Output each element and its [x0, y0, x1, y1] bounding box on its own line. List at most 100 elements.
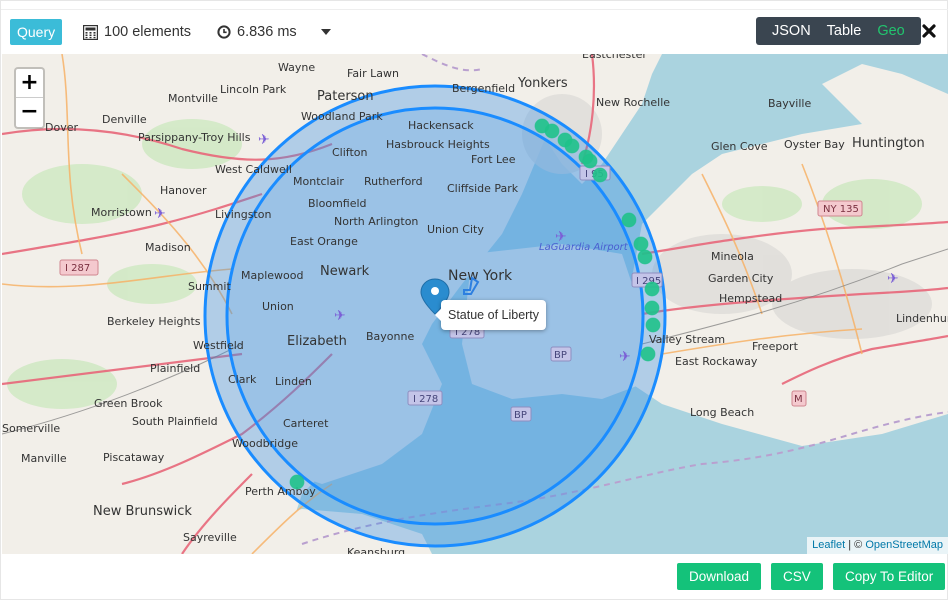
place-label: Mineola: [711, 250, 754, 263]
place-label: Madison: [145, 241, 191, 254]
place-label: Garden City: [708, 272, 774, 285]
result-point[interactable]: [592, 167, 608, 183]
place-label: New Rochelle: [596, 96, 670, 109]
place-label: Carteret: [283, 417, 329, 430]
geo-result-panel: Query 100 elements 6.836 ms JSON Table G…: [0, 0, 948, 600]
result-point[interactable]: [637, 249, 653, 265]
result-point[interactable]: [582, 153, 598, 169]
place-label: Elizabeth: [287, 334, 347, 349]
place-label: Montclair: [293, 175, 344, 188]
road-shield: BP: [510, 406, 532, 422]
query-button[interactable]: Query: [10, 19, 63, 45]
view-json-tab[interactable]: JSON: [764, 17, 819, 45]
place-label: Woodland Park: [301, 110, 383, 123]
place-label: Perth Amboy: [245, 485, 316, 498]
caret-down-icon[interactable]: [321, 29, 331, 35]
result-point[interactable]: [621, 212, 637, 228]
csv-button[interactable]: CSV: [771, 563, 823, 590]
place-label: Morristown: [91, 206, 152, 219]
svg-text:M: M: [794, 394, 803, 405]
element-count: 100 elements: [83, 19, 191, 45]
place-label: South Plainfield: [132, 415, 218, 428]
place-label: Sayreville: [183, 531, 237, 544]
result-footer: Download CSV Copy To Editor: [1, 554, 948, 600]
land-north-shore-lobe: [822, 64, 948, 124]
svg-text:I 287: I 287: [65, 263, 90, 274]
place-label: Summit: [188, 280, 231, 293]
place-label: North Arlington: [334, 215, 418, 228]
place-label: Union City: [427, 223, 484, 236]
place-label: Clark: [228, 373, 257, 386]
place-label: Hempstead: [719, 292, 782, 305]
zoom-control: + −: [14, 67, 45, 129]
query-time-text: 6.836 ms: [237, 24, 297, 40]
place-label: Rutherford: [364, 175, 423, 188]
place-label: Plainfield: [150, 362, 200, 375]
airport-icon: ✈: [619, 348, 631, 364]
svg-text:I 278: I 278: [413, 394, 438, 405]
leaflet-link[interactable]: Leaflet: [812, 539, 845, 551]
place-label: Parsippany-Troy Hills: [138, 131, 251, 144]
clock-icon: [217, 25, 231, 39]
copy-to-editor-button[interactable]: Copy To Editor: [833, 563, 946, 590]
place-label: Berkeley Heights: [107, 315, 201, 328]
airport-icon: ✈: [887, 270, 899, 286]
place-label: Cliffside Park: [447, 182, 519, 195]
view-table-tab[interactable]: Table: [819, 17, 870, 45]
road-shield: I 287: [59, 259, 99, 276]
airport-icon: ✈: [555, 228, 567, 244]
result-point[interactable]: [644, 281, 660, 297]
place-label: Fort Lee: [471, 153, 516, 166]
place-label: New York: [448, 268, 513, 284]
place-label: Hasbrouck Heights: [386, 138, 490, 151]
place-label: LaGuardia Airport: [539, 242, 629, 253]
svg-text:BP: BP: [514, 410, 527, 421]
place-label: Green Brook: [94, 397, 163, 410]
close-icon[interactable]: [920, 22, 938, 40]
view-geo-tab[interactable]: Geo: [869, 17, 912, 45]
place-label: East Orange: [290, 235, 358, 248]
place-label: Manville: [21, 452, 67, 465]
place-label: West Caldwell: [215, 163, 292, 176]
place-label: Somerville: [2, 422, 60, 435]
download-button[interactable]: Download: [677, 563, 762, 590]
result-point[interactable]: [564, 138, 580, 154]
zoom-in-button[interactable]: +: [16, 69, 43, 98]
place-label: Bergenfield: [452, 82, 515, 95]
place-label: New Brunswick: [93, 504, 192, 519]
map-attribution: Leaflet | © OpenStreetMap: [807, 537, 948, 554]
result-point[interactable]: [633, 236, 649, 252]
place-label: Denville: [102, 113, 147, 126]
place-label: Union: [262, 300, 294, 313]
view-switch: JSON Table Geo: [756, 17, 921, 45]
result-point[interactable]: [644, 300, 660, 316]
result-point[interactable]: [544, 123, 560, 139]
road-shield: M: [791, 390, 807, 407]
road-shield: NY 135: [817, 200, 863, 217]
airport-icon: ✈: [154, 205, 166, 221]
zoom-out-button[interactable]: −: [16, 98, 43, 127]
query-time: 6.836 ms: [217, 19, 297, 45]
result-toolbar: Query 100 elements 6.836 ms JSON Table G…: [1, 9, 948, 53]
place-label: Long Beach: [690, 406, 754, 419]
svg-text:BP: BP: [554, 350, 567, 361]
attribution-separator: | ©: [845, 539, 866, 551]
place-label: Eastchester: [582, 54, 647, 61]
place-label: Huntington: [852, 136, 925, 151]
place-label: Newark: [320, 264, 370, 279]
place-label: East Rockaway: [675, 355, 758, 368]
place-label: Keansburg: [347, 546, 405, 554]
place-label: Glen Cove: [711, 140, 768, 153]
calculator-icon: [83, 24, 98, 40]
result-point[interactable]: [640, 346, 656, 362]
geo-map[interactable]: Wayne Fair Lawn Paterson Yonkers Eastche…: [2, 54, 948, 554]
result-point[interactable]: [645, 317, 661, 333]
airport-icon: ✈: [334, 307, 346, 323]
place-label: Hackensack: [408, 119, 474, 132]
osm-link[interactable]: OpenStreetMap: [865, 539, 943, 551]
result-point[interactable]: [289, 474, 305, 490]
airport-icon: ✈: [258, 131, 270, 147]
place-label: Lindenhurst: [896, 312, 948, 325]
place-label: Paterson: [317, 89, 374, 104]
marker-popup: Statue of Liberty: [434, 300, 547, 330]
